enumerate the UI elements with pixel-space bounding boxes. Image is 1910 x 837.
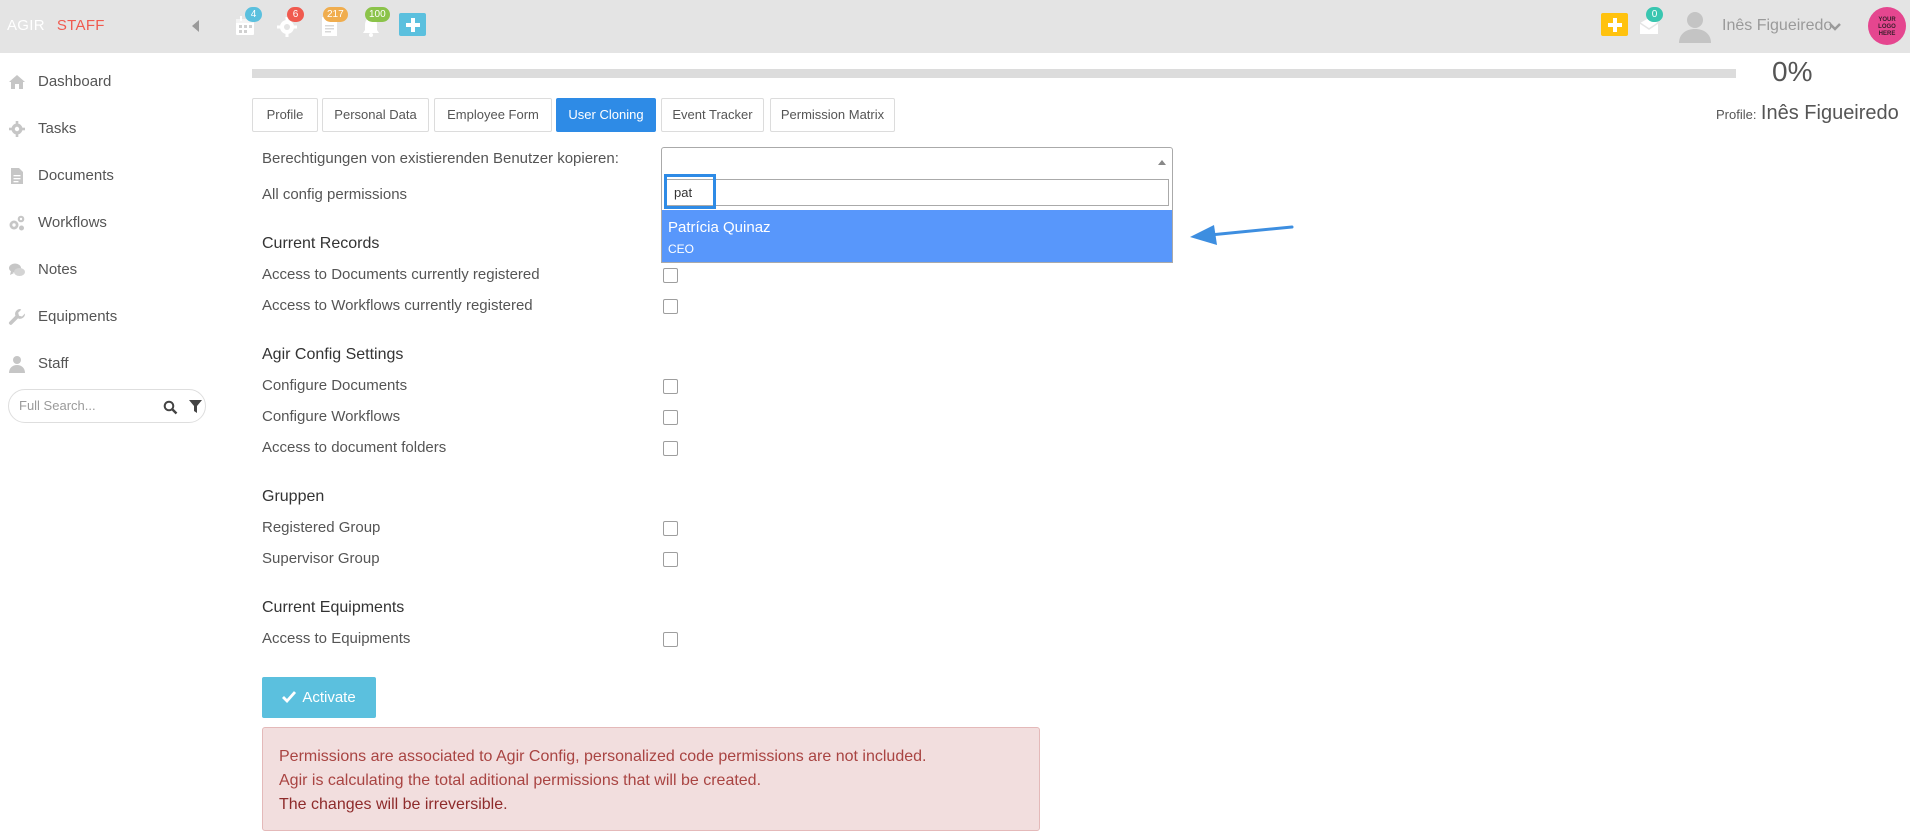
notifications-badge: 100: [365, 7, 390, 22]
warning-alert: Permissions are associated to Agir Confi…: [262, 727, 1040, 831]
quick-add-button[interactable]: [399, 13, 426, 36]
configure-workflows-label: Configure Workflows: [262, 408, 401, 425]
activate-button[interactable]: Activate: [262, 677, 376, 718]
alert-line-2: Agir is calculating the total aditional …: [279, 772, 762, 789]
all-config-permissions-label: All config permissions: [262, 186, 408, 203]
copy-permissions-label: Berechtigungen von existierenden Benutze…: [262, 150, 619, 167]
section-agir-config-settings: Agir Config Settings: [262, 346, 404, 363]
document-icon: [11, 168, 23, 184]
alert-line-3: The changes will be irreversible.: [279, 796, 508, 813]
profile-heading: Profile: Inês Figueiredo: [1716, 102, 1899, 125]
sidebar-item-label: Staff: [38, 355, 69, 372]
dropdown-search-box: [665, 179, 1169, 206]
access-workflows-label: Access to Workflows currently registered: [262, 297, 533, 314]
company-logo: YOUR LOGO HERE: [1868, 7, 1906, 45]
wrench-icon: [8, 309, 26, 325]
profile-progress-bar: [252, 69, 1736, 78]
tab-employee-form[interactable]: Employee Form: [434, 98, 552, 132]
new-item-button[interactable]: [1601, 13, 1628, 36]
tab-event-tracker[interactable]: Event Tracker: [661, 98, 764, 132]
progress-percent: 0%: [1772, 56, 1813, 87]
full-search-box: [8, 389, 206, 423]
user-name[interactable]: Inês Figueiredo: [1722, 17, 1832, 35]
sidebar-item-label: Dashboard: [38, 73, 112, 90]
annotation-arrow-icon: [1190, 225, 1294, 245]
tab-personal-data[interactable]: Personal Data: [322, 98, 429, 132]
section-gruppen: Gruppen: [262, 488, 325, 505]
access-workflows-checkbox[interactable]: [663, 299, 678, 314]
sidebar-item-label: Equipments: [38, 308, 118, 325]
tab-permission-matrix[interactable]: Permission Matrix: [770, 98, 895, 132]
configure-documents-label: Configure Documents: [262, 377, 408, 394]
search-icon[interactable]: [163, 400, 178, 415]
registered-group-checkbox[interactable]: [663, 521, 678, 536]
messages-badge: 0: [1646, 7, 1663, 22]
dropdown-search-input[interactable]: [674, 185, 1154, 200]
supervisor-group-checkbox[interactable]: [663, 552, 678, 567]
activate-label: Activate: [302, 689, 356, 706]
chevron-down-icon[interactable]: [1828, 20, 1842, 34]
sidebar-item-tasks[interactable]: Tasks: [0, 114, 214, 144]
caret-up-icon: [1158, 160, 1166, 165]
dropdown-option-patricia-quinaz[interactable]: Patrícia Quinaz CEO: [662, 210, 1172, 262]
plus-icon: [1607, 17, 1622, 32]
documents-badge: 217: [323, 7, 348, 22]
option-name: Patrícia Quinaz: [668, 219, 771, 236]
brand-staff: STAFF: [56, 17, 105, 34]
user-avatar-icon[interactable]: [1677, 9, 1713, 43]
access-document-folders-checkbox[interactable]: [663, 441, 678, 456]
settings-badge: 6: [287, 7, 304, 22]
sidebar-item-dashboard[interactable]: Dashboard: [0, 67, 214, 97]
configure-workflows-checkbox[interactable]: [663, 410, 678, 425]
option-role: CEO: [668, 242, 695, 256]
section-current-records: Current Records: [262, 235, 380, 252]
sidebar-item-documents[interactable]: Documents: [0, 161, 214, 191]
user-icon: [9, 356, 25, 373]
plus-icon: [405, 17, 420, 32]
configure-documents-checkbox[interactable]: [663, 379, 678, 394]
access-equipments-checkbox[interactable]: [663, 632, 678, 647]
sidebar-item-notes[interactable]: Notes: [0, 255, 214, 285]
brand-agir: AGIR: [7, 17, 45, 34]
gear-icon: [9, 121, 25, 137]
sidebar-item-label: Tasks: [38, 120, 77, 137]
section-current-equipments: Current Equipments: [262, 599, 405, 616]
copy-user-select[interactable]: [661, 147, 1173, 175]
access-equipments-label: Access to Equipments: [262, 630, 411, 647]
logo-text-1: YOUR: [1878, 17, 1896, 23]
supervisor-group-label: Supervisor Group: [262, 550, 380, 567]
check-icon: [282, 691, 297, 704]
filter-icon[interactable]: [189, 400, 202, 414]
gears-icon: [9, 215, 25, 231]
sidebar-item-label: Documents: [38, 167, 114, 184]
sidebar-item-staff[interactable]: Staff: [0, 349, 214, 379]
logo-text-2: LOGO: [1878, 24, 1896, 30]
sidebar-item-label: Notes: [38, 261, 78, 278]
sidebar-collapse-icon[interactable]: [192, 20, 199, 32]
top-bar: AGIR STAFF 4 6 217 100 0 Inês Figueiredo: [0, 0, 1910, 53]
tab-profile[interactable]: Profile: [252, 98, 318, 132]
logo-text-3: HERE: [1878, 31, 1896, 37]
sidebar-item-workflows[interactable]: Workflows: [0, 208, 214, 238]
calendar-badge: 4: [245, 7, 262, 22]
registered-group-label: Registered Group: [262, 519, 381, 536]
home-icon: [9, 75, 25, 89]
access-documents-checkbox[interactable]: [663, 268, 678, 283]
access-documents-label: Access to Documents currently registered: [262, 266, 540, 283]
tab-user-cloning[interactable]: User Cloning: [556, 98, 656, 132]
full-search-input[interactable]: [19, 398, 149, 413]
alert-line-1: Permissions are associated to Agir Confi…: [279, 748, 927, 765]
brand-logo[interactable]: AGIR STAFF: [7, 17, 105, 34]
sidebar-item-equipments[interactable]: Equipments: [0, 302, 214, 332]
profile-label: Profile:: [1716, 107, 1757, 122]
profile-name: Inês Figueiredo: [1760, 102, 1899, 124]
search-highlight-box: [664, 174, 716, 209]
copy-user-dropdown: Patrícia Quinaz CEO: [661, 174, 1173, 263]
access-document-folders-label: Access to document folders: [262, 439, 447, 456]
comments-icon: [9, 263, 25, 276]
sidebar-item-label: Workflows: [38, 214, 107, 231]
